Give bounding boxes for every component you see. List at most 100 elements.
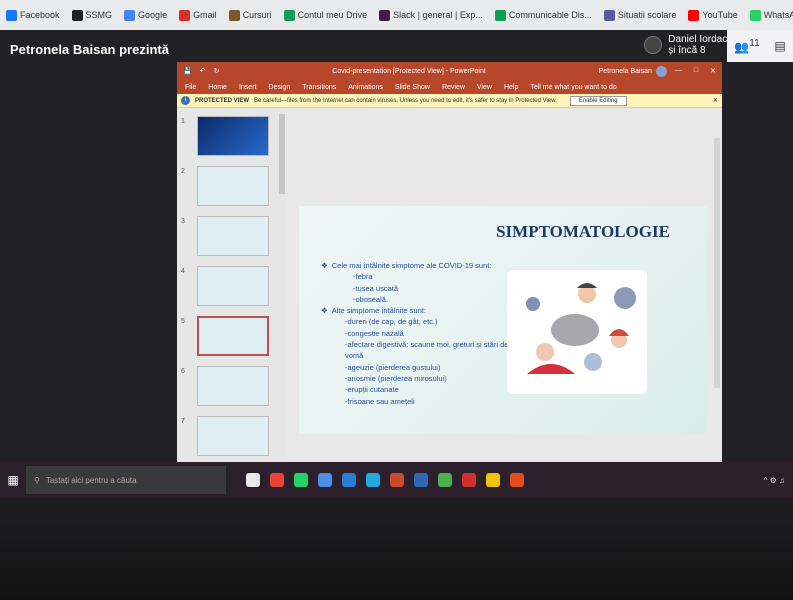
slide-subitem: -congestie nazală (345, 328, 404, 338)
slide-thumbnail[interactable] (197, 316, 269, 356)
ribbon-tab[interactable]: Slide Show (395, 84, 430, 91)
save-icon[interactable]: 💾 (183, 67, 192, 75)
ribbon-tab[interactable]: Animations (348, 84, 383, 91)
monitor-bezel (0, 498, 793, 600)
bullet-text: Alte simptome întâlnite sunt: (331, 306, 426, 316)
redo-icon[interactable]: ↻ (214, 67, 220, 75)
ribbon-tab[interactable]: Insert (239, 84, 257, 91)
taskbar-app-icon[interactable] (438, 473, 452, 487)
slide-subitem: -oboseală. (353, 294, 389, 304)
taskbar-app-icon[interactable] (294, 473, 308, 487)
bookmark-item[interactable]: Contul meu Drive (283, 9, 367, 21)
powerpoint-window: 💾 ↶ ↻ Covid-presentation [Protected View… (177, 62, 722, 492)
system-tray[interactable]: ^ ⚙ ♫ (764, 476, 785, 485)
taskbar-app-icon[interactable] (366, 473, 380, 487)
participant-info[interactable]: Daniel Iordachi și încă 8 (644, 34, 735, 56)
bookmark-item[interactable]: SSMG (71, 9, 113, 21)
bookmark-icon (71, 9, 83, 21)
search-placeholder: Tastați aici pentru a căuta (45, 475, 137, 485)
slide-subitem: -febra (353, 272, 373, 282)
info-icon: i (181, 96, 190, 105)
ribbon-tabs: File Home Insert Design Transitions Animation… (177, 80, 722, 94)
taskbar-app-icon[interactable] (510, 473, 524, 487)
bookmark-item[interactable]: Google (124, 9, 167, 21)
slide-editor: SIMPTOMATOLOGIE ❖ Cele mai întâlnite simp… (287, 108, 722, 492)
undo-icon[interactable]: ↶ (200, 67, 206, 75)
ribbon-tab[interactable]: Design (268, 84, 290, 91)
bookmark-label: WhatsApp (763, 10, 793, 20)
slide-thumbnail[interactable] (197, 166, 269, 206)
participant-name: Daniel Iordachi (668, 34, 735, 45)
taskbar-app-icon[interactable] (390, 473, 404, 487)
taskbar-app-icon[interactable] (318, 473, 332, 487)
ribbon-tab[interactable]: Help (504, 84, 518, 91)
symptoms-illustration (507, 270, 647, 394)
slide-thumbnail[interactable] (197, 116, 269, 156)
ppt-titlebar: 💾 ↶ ↻ Covid-presentation [Protected View… (177, 62, 722, 80)
slide-title: SIMPTOMATOLOGIE (496, 222, 670, 241)
participant-more: și încă 8 (668, 45, 706, 56)
bookmark-item[interactable]: Cursuri (228, 9, 272, 21)
bookmarks-bar: Facebook SSMG Google Gmail Cursuri Contul meu… (0, 0, 793, 30)
protected-label: PROTECTED VIEW (195, 97, 250, 104)
taskbar-app-icon[interactable] (270, 473, 284, 487)
close-icon[interactable]: ✕ (713, 97, 718, 104)
slide-thumbnail[interactable] (197, 366, 269, 406)
slide-subitem: -tusea uscată (353, 283, 399, 293)
tell-me-search[interactable]: Tell me what you want to do (530, 84, 616, 91)
bookmark-icon (124, 9, 136, 21)
taskbar-app-icon[interactable] (462, 473, 476, 487)
bookmark-label: Situatii scolare (617, 10, 677, 20)
slide-thumbnail[interactable] (197, 216, 269, 256)
maximize-icon[interactable]: □ (694, 67, 698, 75)
slide-thumbnail[interactable] (197, 416, 269, 456)
slide-subitem: -erupții cutanate (345, 385, 399, 395)
bookmark-item[interactable]: Slack | general | Exp... (379, 9, 483, 21)
taskbar-search[interactable]: ⚲ Tastați aici pentru a căuta (26, 466, 226, 494)
taskbar-app-icon[interactable] (246, 473, 260, 487)
bookmark-item[interactable]: YouTube (688, 9, 738, 21)
slide-thumbnail[interactable] (197, 266, 269, 306)
slide-number: 6 (181, 368, 185, 375)
minimize-icon[interactable]: — (675, 67, 682, 75)
bookmark-item[interactable]: Facebook (6, 9, 60, 21)
editor-scrollbar[interactable] (714, 138, 720, 388)
bookmark-item[interactable]: Communicable Dis... (494, 9, 592, 21)
slide-number: 3 (181, 218, 185, 225)
bookmark-label: YouTube (702, 10, 738, 20)
bookmark-item[interactable]: WhatsApp (749, 9, 793, 21)
slide-subitem: -afectare digestivă: scaune moi, greturi… (345, 340, 509, 361)
bookmark-label: Cursuri (242, 10, 272, 20)
ribbon-tab[interactable]: View (477, 84, 492, 91)
bookmark-label: SSMG (85, 10, 113, 20)
taskbar-app-icon[interactable] (414, 473, 428, 487)
bookmark-icon (749, 9, 761, 21)
protected-message: Be careful—files from the Internet can c… (254, 97, 557, 104)
ribbon-tab[interactable]: Review (442, 84, 465, 91)
taskbar-app-icon[interactable] (486, 473, 500, 487)
bookmark-icon (603, 9, 615, 21)
chat-icon[interactable]: ▤ (774, 39, 785, 53)
ribbon-tab[interactable]: Home (208, 84, 227, 91)
taskbar-apps (246, 473, 524, 487)
enable-editing-button[interactable]: Enable Editing (569, 95, 627, 106)
slide-subitem: -ageuzie (pierderea gustului) (345, 362, 441, 372)
ribbon-tab[interactable]: File (185, 84, 196, 91)
people-icon[interactable]: 👥11 (734, 38, 759, 54)
current-slide[interactable]: SIMPTOMATOLOGIE ❖ Cele mai întâlnite simp… (299, 206, 707, 434)
avatar (655, 65, 667, 77)
bookmark-icon (6, 9, 17, 21)
thumbnail-scrollbar[interactable] (279, 114, 285, 194)
windows-start-icon[interactable]: ▦ (0, 462, 26, 498)
search-icon: ⚲ (34, 475, 40, 485)
bookmark-icon (179, 9, 191, 21)
bookmark-item[interactable]: Situatii scolare (603, 9, 677, 21)
close-icon[interactable]: ✕ (710, 67, 716, 75)
bookmark-icon (379, 9, 391, 21)
bookmark-item[interactable]: Gmail (179, 9, 217, 21)
ribbon-tab[interactable]: Transitions (302, 84, 336, 91)
slide-body: ❖ Cele mai întâlnite simptome ale COVID-1… (321, 260, 521, 407)
taskbar-app-icon[interactable] (342, 473, 356, 487)
bookmark-label: Slack | general | Exp... (393, 10, 483, 20)
user-account[interactable]: Petronela Baisan (599, 65, 667, 77)
